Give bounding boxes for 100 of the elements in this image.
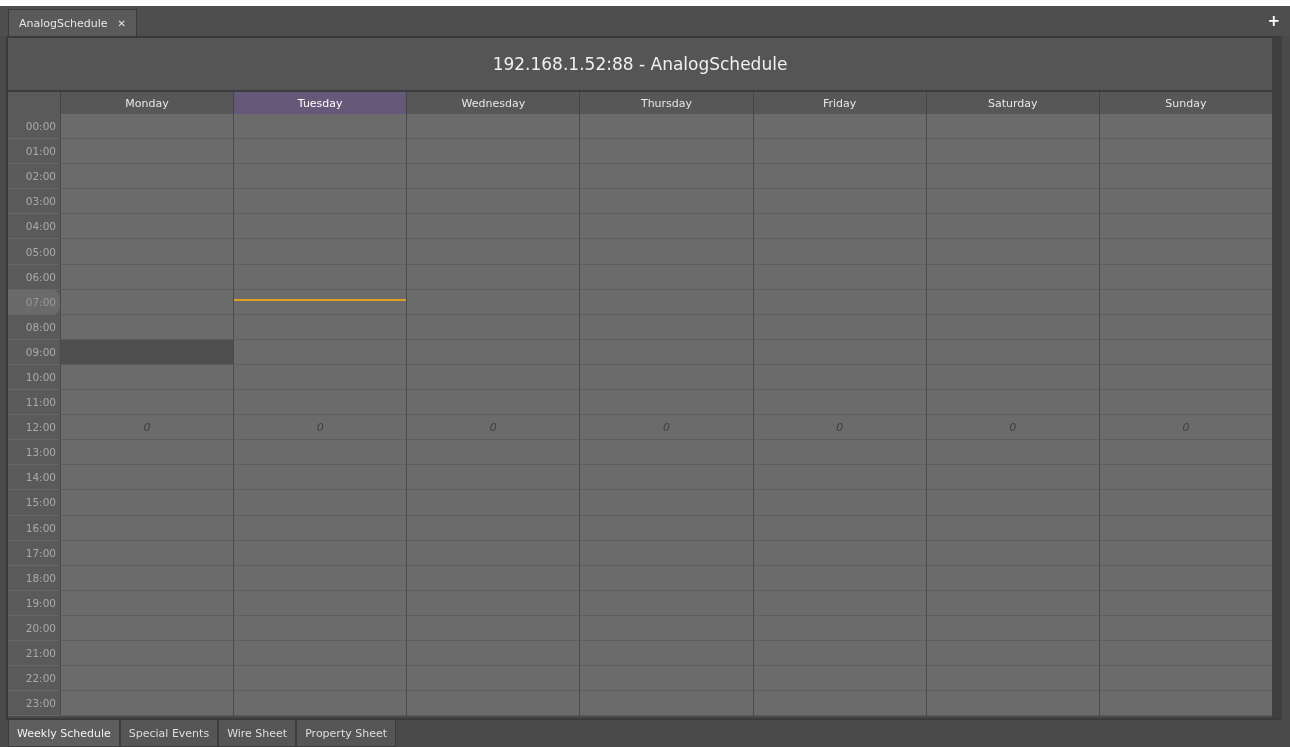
schedule-cell[interactable] xyxy=(233,590,407,616)
schedule-cell[interactable] xyxy=(233,540,407,566)
schedule-cell[interactable] xyxy=(752,139,926,165)
schedule-cell[interactable] xyxy=(579,114,753,140)
schedule-cell[interactable] xyxy=(752,314,926,340)
schedule-cell[interactable] xyxy=(925,540,1099,566)
schedule-cell[interactable] xyxy=(60,264,234,290)
schedule-cell[interactable] xyxy=(925,666,1099,692)
schedule-cell[interactable] xyxy=(579,465,753,491)
schedule-cell[interactable] xyxy=(1098,565,1272,591)
schedule-cell[interactable] xyxy=(752,289,926,315)
schedule-cell[interactable] xyxy=(406,314,580,340)
schedule-cell[interactable] xyxy=(925,164,1099,190)
schedule-cell[interactable] xyxy=(406,390,580,416)
view-tab[interactable]: Weekly Schedule xyxy=(8,720,120,747)
schedule-cell[interactable] xyxy=(233,314,407,340)
schedule-cell[interactable] xyxy=(925,339,1099,365)
schedule-cell[interactable] xyxy=(1098,490,1272,516)
schedule-cell[interactable] xyxy=(233,640,407,667)
schedule-cell[interactable] xyxy=(406,540,580,566)
schedule-cell[interactable] xyxy=(233,390,407,416)
schedule-cell[interactable] xyxy=(406,339,580,365)
schedule-cell[interactable] xyxy=(406,289,580,315)
schedule-cell[interactable] xyxy=(752,565,926,591)
schedule-cell[interactable] xyxy=(233,289,407,315)
schedule-cell[interactable] xyxy=(233,515,407,541)
schedule-cell[interactable] xyxy=(60,515,234,541)
schedule-cell[interactable] xyxy=(1098,615,1272,641)
schedule-cell[interactable] xyxy=(752,515,926,541)
schedule-cell[interactable] xyxy=(60,339,234,365)
schedule-cell[interactable] xyxy=(579,164,753,190)
schedule-cell[interactable] xyxy=(579,339,753,365)
schedule-cell[interactable] xyxy=(233,440,407,466)
schedule-cell[interactable] xyxy=(233,666,407,692)
schedule-cell[interactable] xyxy=(752,615,926,641)
schedule-cell[interactable] xyxy=(752,264,926,290)
schedule-cell[interactable] xyxy=(752,465,926,491)
schedule-cell[interactable] xyxy=(579,214,753,240)
schedule-cell[interactable] xyxy=(406,666,580,692)
schedule-cell[interactable] xyxy=(1098,189,1272,215)
schedule-cell[interactable] xyxy=(1098,515,1272,541)
schedule-cell[interactable] xyxy=(60,440,234,466)
schedule-cell[interactable] xyxy=(60,364,234,391)
close-button[interactable]: ✕ xyxy=(117,17,126,29)
schedule-cell[interactable] xyxy=(752,691,926,717)
schedule-cell[interactable] xyxy=(1098,264,1272,290)
schedule-cell[interactable] xyxy=(925,139,1099,165)
schedule-cell[interactable] xyxy=(579,289,753,315)
schedule-cell[interactable] xyxy=(233,114,407,140)
schedule-cell[interactable] xyxy=(406,465,580,491)
schedule-cell[interactable] xyxy=(1098,239,1272,265)
schedule-cell[interactable] xyxy=(752,214,926,240)
schedule-cell[interactable] xyxy=(406,565,580,591)
schedule-cell[interactable] xyxy=(579,440,753,466)
schedule-cell[interactable] xyxy=(233,364,407,391)
schedule-cell[interactable] xyxy=(1098,164,1272,190)
schedule-cell[interactable] xyxy=(60,465,234,491)
schedule-cell[interactable] xyxy=(60,640,234,667)
view-tab[interactable]: Wire Sheet xyxy=(218,720,297,747)
schedule-cell[interactable] xyxy=(60,214,234,240)
schedule-cell[interactable] xyxy=(925,490,1099,516)
schedule-cell[interactable] xyxy=(1098,139,1272,165)
schedule-cell[interactable] xyxy=(925,214,1099,240)
schedule-cell[interactable] xyxy=(406,615,580,641)
schedule-cell[interactable] xyxy=(233,565,407,591)
schedule-cell[interactable] xyxy=(60,590,234,616)
schedule-cell[interactable] xyxy=(406,490,580,516)
schedule-cell[interactable] xyxy=(925,590,1099,616)
schedule-cell[interactable] xyxy=(925,314,1099,340)
schedule-cell[interactable] xyxy=(1098,390,1272,416)
schedule-cell[interactable] xyxy=(925,189,1099,215)
schedule-cell[interactable] xyxy=(406,214,580,240)
schedule-cell[interactable] xyxy=(752,490,926,516)
schedule-cell[interactable] xyxy=(1098,640,1272,667)
schedule-cell[interactable] xyxy=(752,390,926,416)
schedule-cell[interactable] xyxy=(752,189,926,215)
schedule-cell[interactable] xyxy=(406,364,580,391)
schedule-cell[interactable] xyxy=(60,139,234,165)
schedule-cell[interactable] xyxy=(579,264,753,290)
schedule-cell[interactable] xyxy=(752,239,926,265)
schedule-cell[interactable] xyxy=(752,666,926,692)
schedule-cell[interactable] xyxy=(233,239,407,265)
schedule-cell[interactable] xyxy=(925,364,1099,391)
schedule-cell[interactable] xyxy=(1098,540,1272,566)
schedule-cell[interactable] xyxy=(1098,114,1272,140)
schedule-cell[interactable] xyxy=(60,390,234,416)
schedule-cell[interactable] xyxy=(406,114,580,140)
schedule-cell[interactable] xyxy=(925,390,1099,416)
day-header[interactable]: Tuesday xyxy=(233,92,407,114)
schedule-cell[interactable] xyxy=(233,164,407,190)
schedule-cell[interactable] xyxy=(233,615,407,641)
schedule-cell[interactable] xyxy=(406,189,580,215)
schedule-cell[interactable] xyxy=(579,640,753,667)
schedule-cell[interactable] xyxy=(1098,666,1272,692)
schedule-cell[interactable] xyxy=(406,515,580,541)
schedule-cell[interactable] xyxy=(233,264,407,290)
schedule-cell[interactable] xyxy=(60,490,234,516)
schedule-cell[interactable] xyxy=(925,640,1099,667)
schedule-cell[interactable] xyxy=(406,440,580,466)
schedule-cell[interactable] xyxy=(579,590,753,616)
